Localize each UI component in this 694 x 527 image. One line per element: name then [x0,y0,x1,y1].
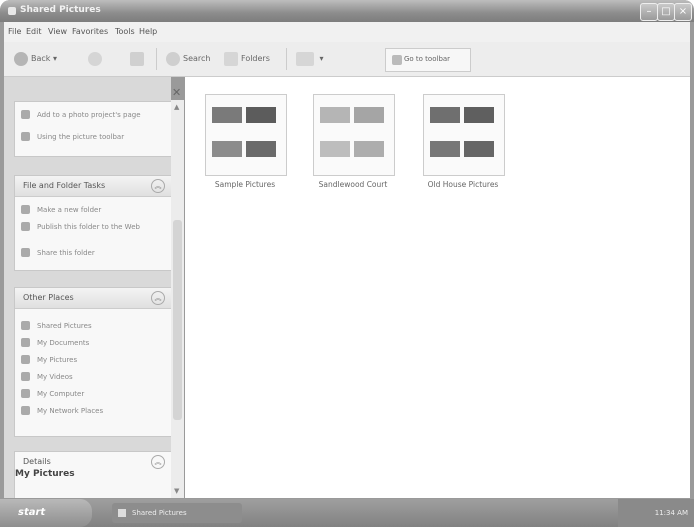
photo-thumbnail [212,141,242,157]
place-my-documents[interactable]: My Documents [15,336,171,353]
photo-thumbnail [246,107,276,123]
scroll-up-icon[interactable]: ▲ [174,103,179,111]
share-icon [21,248,30,257]
back-button[interactable]: Back ▾ [14,50,57,68]
file-folder-tasks-panel: File and Folder Tasks ︽ Make a new folder… [14,175,171,271]
folders-button[interactable]: Folders [224,50,270,68]
folder-icon [21,321,30,330]
task-photo-project[interactable]: Add to a photo project's page [15,108,171,130]
help-icon [21,132,30,141]
views-icon [296,51,314,66]
search-button[interactable]: Search [166,50,210,68]
title-bar[interactable]: Shared Pictures – □ × [0,0,694,22]
details-header[interactable]: Details ︽ [15,452,171,472]
system-tray: 11:34 AM [618,499,694,527]
computer-icon [21,389,30,398]
globe-icon [21,222,30,231]
taskbar: start Shared Pictures 11:34 AM [0,499,694,527]
other-places-panel: Other Places ︽ Shared Pictures My Documen… [14,287,171,437]
photo-thumbnail [354,107,384,123]
menu-tools[interactable]: Tools [115,27,135,36]
photo-thumbnail [430,141,460,157]
collapse-icon[interactable]: ︽ [151,291,165,305]
standard-toolbar: Back ▾ Search Folders ▾ [4,42,690,77]
window-title: Shared Pictures [20,5,101,15]
file-folder-tasks-header[interactable]: File and Folder Tasks ︽ [15,176,171,197]
folder-thumbnail[interactable] [423,94,505,176]
clock: 11:34 AM [654,509,688,517]
film-icon [21,372,30,381]
folder-icon [8,7,16,15]
menu-view[interactable]: View [48,27,67,36]
scroll-thumb[interactable] [173,220,182,420]
photo-project-icon [21,110,30,119]
close-pane-icon[interactable]: ✕ [172,86,181,99]
place-my-videos[interactable]: My Videos [15,370,171,387]
menu-help[interactable]: Help [139,27,157,36]
start-button[interactable]: start [0,499,92,527]
minimize-button[interactable]: – [640,3,658,21]
folder-label[interactable]: Sample Pictures [190,180,300,189]
explorer-window: Shared Pictures – □ × File Edit View Fav… [0,0,694,527]
details-panel: Details ︽ My Pictures [14,451,171,498]
photo-thumbnail [464,141,494,157]
taskbar-window-button[interactable]: Shared Pictures [112,503,242,523]
close-button[interactable]: × [674,3,692,21]
photo-thumbnail [320,141,350,157]
folder-icon [21,338,30,347]
search-icon [166,51,180,66]
menu-edit[interactable]: Edit [26,27,42,36]
task-share-folder[interactable]: Share this folder [15,246,171,263]
folders-icon [224,51,238,66]
folder-label[interactable]: Old House Pictures [408,180,518,189]
collapse-icon[interactable]: ︽ [151,455,165,469]
up-folder-icon [130,51,144,66]
task-new-folder[interactable]: Make a new folder [15,203,171,220]
task-picture-toolbar[interactable]: Using the picture toolbar [15,130,171,147]
menu-favorites[interactable]: Favorites [72,27,108,36]
place-my-computer[interactable]: My Computer [15,387,171,404]
toolbar-icon [392,55,402,65]
place-shared-pictures[interactable]: Shared Pictures [15,319,171,336]
forward-arrow-icon [88,51,102,66]
other-places-header[interactable]: Other Places ︽ [15,288,171,309]
menu-bar: File Edit View Favorites Tools Help [4,22,690,42]
up-folder-button[interactable] [130,50,147,68]
menu-file[interactable]: File [8,27,21,36]
network-icon [21,406,30,415]
task-pane: Add to a photo project's page Using the … [4,77,171,498]
folder-icon [118,509,126,517]
collapse-icon[interactable]: ︽ [151,179,165,193]
photo-thumbnail [430,107,460,123]
place-my-pictures[interactable]: My Pictures [15,353,171,370]
folder-label[interactable]: Sandlewood Court [298,180,408,189]
picture-tasks-panel: Add to a photo project's page Using the … [14,101,171,157]
photo-thumbnail [212,107,242,123]
folder-thumbnail[interactable] [205,94,287,176]
photo-thumbnail [246,141,276,157]
folder-icon [21,355,30,364]
forward-button[interactable] [88,50,105,68]
views-button[interactable]: ▾ [296,50,324,68]
photo-thumbnail [464,107,494,123]
go-to-toolbar-button[interactable]: Go to toolbar [385,48,471,72]
folder-thumbnail[interactable] [313,94,395,176]
back-arrow-icon [14,51,28,66]
task-publish-web[interactable]: Publish this folder to the Web [15,220,171,246]
new-folder-icon [21,205,30,214]
photo-thumbnail [320,107,350,123]
scroll-down-icon[interactable]: ▼ [174,487,179,495]
maximize-button[interactable]: □ [657,3,675,21]
place-network[interactable]: My Network Places [15,404,171,421]
photo-thumbnail [354,141,384,157]
